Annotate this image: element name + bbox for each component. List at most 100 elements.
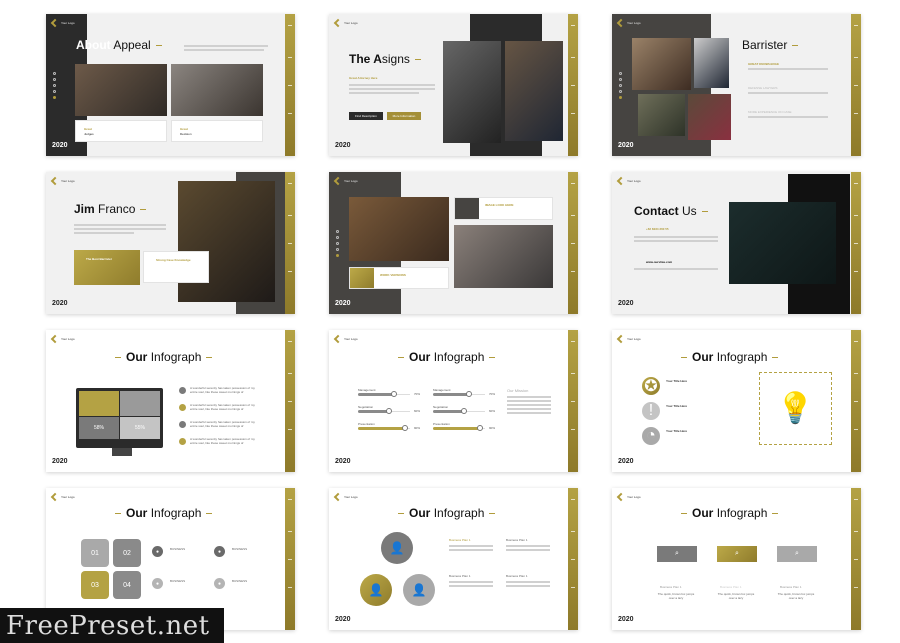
- skill-value: 70%: [414, 392, 421, 396]
- photo: [688, 94, 731, 140]
- skill-value: 90%: [414, 426, 421, 430]
- year: 2020: [618, 300, 634, 307]
- year: 2020: [335, 458, 351, 465]
- gold-sidebar: [851, 14, 861, 156]
- slide-title: Our Infograph: [393, 506, 500, 520]
- slide-contact-us[interactable]: Your Logo Contact Us +62 8234 360 55 www…: [612, 172, 861, 314]
- gold-sidebar: [568, 172, 578, 314]
- photo: [729, 202, 836, 284]
- tile: 04: [113, 571, 141, 599]
- user-icon: ●: [152, 578, 163, 589]
- website-link[interactable]: www.ourslias.com: [646, 260, 672, 264]
- logo: Your Logo: [50, 492, 75, 502]
- slide-infograph-bars[interactable]: Your Logo Our Infograph Management 70% Neg…: [329, 330, 578, 472]
- nav-dots[interactable]: [336, 230, 339, 257]
- slider-handle[interactable]: [461, 408, 468, 414]
- slide-infograph-monitor[interactable]: Your Logo Our Infograph 58% 55% A wonder…: [46, 330, 295, 472]
- logo: Your Logo: [50, 176, 75, 186]
- skill-value: 60%: [489, 409, 496, 413]
- tile: 03: [81, 571, 109, 599]
- skill-bar: Negotiation 60%: [358, 405, 424, 422]
- slider-handle[interactable]: [476, 425, 483, 431]
- user-icon: 👤: [403, 574, 435, 606]
- slide-title: Our Infograph: [393, 350, 500, 364]
- logo: Your Logo: [616, 176, 641, 186]
- year: 2020: [335, 300, 351, 307]
- lightbulb-icon: 💡: [759, 372, 832, 445]
- year: 2020: [618, 142, 634, 149]
- photo: [171, 64, 263, 116]
- gold-sidebar: [285, 488, 295, 630]
- user-icon: ●: [152, 546, 163, 557]
- phone-number[interactable]: +62 8234 360 55: [646, 227, 669, 231]
- tile: 02: [113, 539, 141, 567]
- slide-jim-franco[interactable]: Your Logo Jim Franco The Best Barrister …: [46, 172, 295, 314]
- gold-sidebar: [285, 330, 295, 472]
- slide-infograph-search[interactable]: Your Logo Our Infograph ⌕ ⌕ ⌕ Business P…: [612, 488, 861, 630]
- logo: Your Logo: [333, 176, 358, 186]
- slide-infograph-idea[interactable]: Your Logo Our Infograph ✪ Your Title Her…: [612, 330, 861, 472]
- user-icon: 👤: [360, 574, 392, 606]
- slide-title: Barrister: [742, 38, 803, 52]
- slide-title: Our Infograph: [110, 506, 217, 520]
- slider-handle[interactable]: [391, 391, 398, 397]
- logo: Your Logo: [50, 18, 75, 28]
- skill-value: 60%: [414, 409, 421, 413]
- gold-sidebar: [285, 14, 295, 156]
- photo: [443, 41, 501, 143]
- logo: Your Logo: [616, 18, 641, 28]
- info-icon: !: [642, 402, 660, 420]
- logo: Your Logo: [333, 334, 358, 344]
- gold-sidebar: [851, 172, 861, 314]
- card: The Best Barrister: [74, 250, 140, 285]
- logo: Your Logo: [50, 334, 75, 344]
- card: Great Decision: [171, 120, 263, 142]
- find-description-button[interactable]: Find Description: [349, 112, 383, 120]
- more-information-button[interactable]: More Information: [387, 112, 421, 120]
- search-icon: ⌕: [777, 546, 817, 562]
- slide-title: Jim Franco: [74, 202, 151, 216]
- photo: [349, 197, 449, 261]
- slider-handle[interactable]: [466, 391, 473, 397]
- skill-bar: Management 70%: [433, 388, 499, 405]
- gold-sidebar: [568, 14, 578, 156]
- slide-team[interactable]: Your Logo WORK VERSIONS IMAGE LOOK HERE …: [329, 172, 578, 314]
- photo: [454, 225, 553, 288]
- slider-handle[interactable]: [386, 408, 393, 414]
- year: 2020: [52, 300, 68, 307]
- photo: [632, 38, 691, 90]
- chart-icon: ◔: [642, 427, 660, 445]
- user-icon: ●: [214, 546, 225, 557]
- search-icon: ⌕: [717, 546, 757, 562]
- logo: Your Logo: [333, 492, 358, 502]
- logo: Your Logo: [616, 492, 641, 502]
- nav-dots[interactable]: [619, 72, 622, 99]
- monitor-icon: 58% 55%: [76, 388, 163, 448]
- photo: [638, 94, 685, 136]
- year: 2020: [618, 616, 634, 623]
- slide-the-asigns[interactable]: Your Logo The Asigns Great Attorney Here…: [329, 14, 578, 156]
- gold-sidebar: [285, 172, 295, 314]
- slide-title: Contact Us: [634, 204, 713, 218]
- subtitle: Great Attorney Here: [349, 76, 378, 80]
- slide-title: Our Infograph: [676, 350, 783, 364]
- slide-infograph-circles[interactable]: Your Logo Our Infograph 👤 👤 👤 Business P…: [329, 488, 578, 630]
- slide-barrister[interactable]: Your Logo Barrister GREAT KNOWLEDGE DEFE…: [612, 14, 861, 156]
- gold-sidebar: [851, 330, 861, 472]
- slider-handle[interactable]: [401, 425, 408, 431]
- year: 2020: [335, 616, 351, 623]
- slide-title: About Appeal: [76, 38, 167, 52]
- year: 2020: [52, 142, 68, 149]
- slide-grid: Your Logo About Appeal Great Judges Great…: [0, 0, 900, 643]
- skill-value: 90%: [489, 426, 496, 430]
- skill-bar: Presentation 90%: [433, 422, 499, 439]
- card: Great Judges: [75, 120, 167, 142]
- slide-about-appeal[interactable]: Your Logo About Appeal Great Judges Great…: [46, 14, 295, 156]
- slide-title: Our Infograph: [110, 350, 217, 364]
- user-icon: ●: [214, 578, 225, 589]
- gold-sidebar: [568, 488, 578, 630]
- award-icon: ✪: [642, 377, 660, 395]
- nav-dots[interactable]: [53, 72, 56, 99]
- card: IMAGE LOOK HERE: [454, 197, 553, 220]
- year: 2020: [335, 142, 351, 149]
